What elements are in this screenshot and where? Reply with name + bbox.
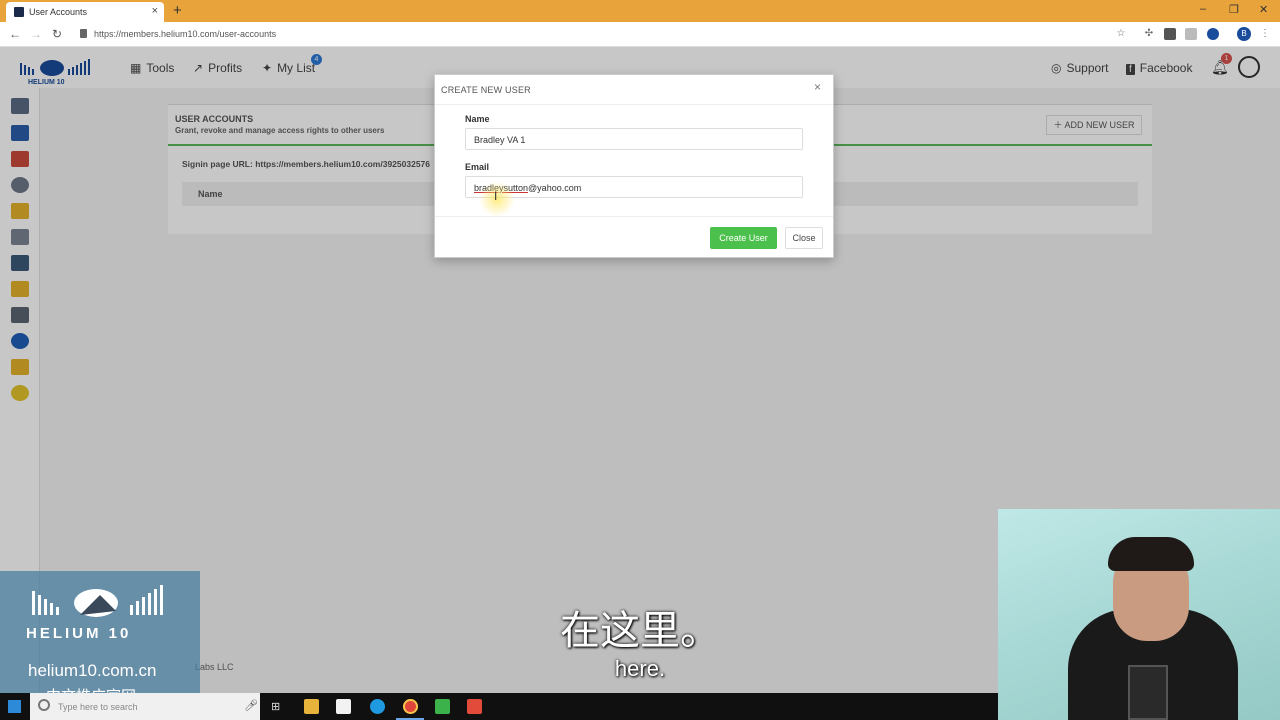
email-input[interactable]: bradleysutton@yahoo.com [465,176,803,198]
presenter-hair [1108,537,1194,571]
tab-close-icon[interactable]: × [152,5,158,17]
email-label: Email [465,162,490,172]
camtasia-green-icon[interactable] [435,699,450,714]
create-user-button[interactable]: Create User [710,227,777,249]
lock-icon [80,29,87,38]
star-icon[interactable]: ☆ [1115,28,1127,40]
file-explorer-icon[interactable] [304,699,319,714]
forward-arrow-icon[interactable]: → [30,27,42,41]
browser-tab-bar: User Accounts × + – ❐ ✕ [0,0,1280,22]
url-field[interactable]: https://members.helium10.com/user-accoun… [94,29,276,39]
modal-close-icon[interactable]: × [814,80,821,94]
text-cursor-icon: I [494,189,498,203]
back-arrow-icon[interactable]: ← [9,27,21,41]
minimize-button[interactable]: – [1200,3,1206,15]
extension-icon[interactable] [1164,28,1176,40]
camtasia-red-icon[interactable] [467,699,482,714]
new-tab-button[interactable]: + [173,2,182,19]
modal-body: Name Bradley VA 1 Email bradleysutton@ya… [435,104,833,217]
email-input-domain-part: @yahoo.com [528,183,582,193]
store-icon[interactable] [336,699,351,714]
browser-tab[interactable]: User Accounts × [6,2,164,22]
taskbar-search-box[interactable]: Type here to search 🎤︎ [30,693,260,720]
windows-start-icon[interactable] [8,700,21,713]
helium10-favicon-icon [14,7,24,17]
chrome-icon[interactable] [403,699,418,714]
create-user-modal: CREATE NEW USER × Name Bradley VA 1 Emai… [434,74,834,258]
microphone-search-icon[interactable]: 🎤︎ [244,699,258,712]
cortana-icon [38,699,50,711]
extension-icon[interactable] [1185,28,1197,40]
windows-taskbar: Type here to search 🎤︎ ⊞ [0,693,998,720]
menu-dots-icon[interactable]: ⋮ [1259,28,1271,40]
name-label: Name [465,114,490,124]
subtitle-chinese: 在这里。 [560,608,720,654]
close-window-button[interactable]: ✕ [1259,3,1268,16]
modal-title: CREATE NEW USER [441,85,531,95]
close-button[interactable]: Close [785,227,823,249]
reload-icon[interactable]: ↻ [52,27,62,41]
restore-button[interactable]: ❐ [1229,3,1239,16]
name-input[interactable]: Bradley VA 1 [465,128,803,150]
address-bar: ← → ↻ https://members.helium10.com/user-… [0,22,1280,47]
task-view-icon[interactable]: ⊞ [271,700,280,713]
profile-avatar[interactable]: B [1237,27,1251,41]
taskbar-search-placeholder: Type here to search [58,702,138,712]
subtitle-english: here. [614,656,666,681]
extension-icon[interactable]: ✣ [1143,28,1155,40]
tab-title: User Accounts [29,7,88,17]
modal-footer: Create User Close [435,216,833,258]
extension-icon[interactable] [1207,28,1219,40]
skype-icon[interactable] [370,699,385,714]
